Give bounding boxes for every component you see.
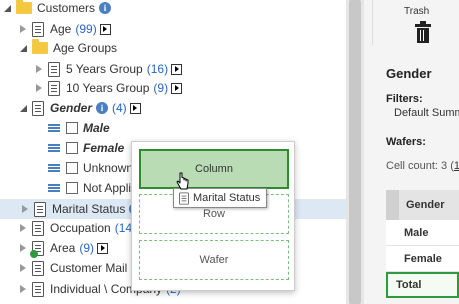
info-icon[interactable]: i xyxy=(96,102,109,114)
folder-icon xyxy=(32,39,48,54)
checkbox[interactable] xyxy=(66,122,78,134)
tree-node-label: Area xyxy=(50,241,76,255)
drag-handle-icon[interactable] xyxy=(48,143,60,153)
tree-node-5-years-group[interactable]: 5 Years Group (16) xyxy=(34,59,183,79)
trash-icon[interactable] xyxy=(415,21,431,44)
variable-icon xyxy=(32,21,44,37)
folder-icon xyxy=(16,0,32,14)
result-grid: Gender Male Female Total xyxy=(386,190,459,298)
checkbox[interactable] xyxy=(66,182,78,194)
tree-node-label: Age xyxy=(50,22,72,36)
collapse-triangle-icon[interactable] xyxy=(18,105,28,112)
grid-row-total[interactable]: Total xyxy=(386,272,459,298)
drag-preview-label: Marital Status xyxy=(193,192,261,204)
tree-node-label: 10 Years Group xyxy=(66,81,150,95)
divider xyxy=(372,0,373,45)
drag-handle-icon[interactable] xyxy=(48,123,60,133)
expand-triangle-icon[interactable] xyxy=(20,205,30,213)
expand-arrow-icon[interactable] xyxy=(97,242,109,254)
tree-node-area[interactable]: Area (9) xyxy=(18,238,109,258)
geo-variable-icon xyxy=(30,240,44,258)
expand-triangle-icon[interactable] xyxy=(34,65,44,73)
category-item-unknown[interactable]: Unknown xyxy=(48,158,133,178)
trash-label: Trash xyxy=(404,6,430,17)
variable-icon xyxy=(32,220,44,236)
variable-icon xyxy=(32,100,44,116)
variable-icon xyxy=(179,192,189,204)
filters-value[interactable]: Default Summ xyxy=(394,107,459,119)
expand-triangle-icon[interactable] xyxy=(18,285,28,293)
tree-node-label: Customer Mail In xyxy=(50,261,141,275)
category-label: Female xyxy=(83,141,125,155)
category-label: Male xyxy=(83,121,110,135)
tree-node-customers[interactable]: Customers i xyxy=(0,0,112,18)
tree-node-label: 5 Years Group xyxy=(66,62,143,76)
category-item-female[interactable]: Female xyxy=(48,138,124,158)
tree-node-occupation[interactable]: Occupation (14) xyxy=(18,218,136,238)
variable-icon xyxy=(48,61,60,77)
drop-zone-wafer[interactable]: Wafer xyxy=(139,240,289,280)
expand-arrow-icon[interactable] xyxy=(129,102,141,114)
variable-icon xyxy=(32,281,44,297)
drag-handle-icon[interactable] xyxy=(48,183,60,193)
expand-triangle-icon[interactable] xyxy=(18,224,28,232)
wafers-label: Wafers: xyxy=(386,136,426,148)
scrollbar-thumb[interactable] xyxy=(349,0,361,304)
expand-arrow-icon[interactable] xyxy=(171,82,183,94)
expand-triangle-icon[interactable] xyxy=(18,25,28,33)
properties-panel: Trash Gender Filters: Default Summ Wafer… xyxy=(364,0,459,304)
grid-row[interactable]: Male xyxy=(386,220,459,246)
collapse-triangle-icon[interactable] xyxy=(18,45,28,52)
tree-node-label: Age Groups xyxy=(53,41,118,55)
filters-label: Filters: xyxy=(386,93,423,105)
tree-node-gender[interactable]: Gender i (4) xyxy=(18,98,141,118)
tree-node-count: (16) xyxy=(146,62,169,76)
category-item-not-applicable[interactable]: Not Applic xyxy=(48,178,137,198)
tree-node-label: Customers xyxy=(37,1,96,15)
expand-triangle-icon[interactable] xyxy=(18,244,28,252)
tree-node-age-groups[interactable]: Age Groups xyxy=(18,38,117,58)
cell-count: Cell count: 3 (1 xyxy=(386,160,459,172)
category-item-male[interactable]: Male xyxy=(48,118,110,138)
info-icon[interactable]: i xyxy=(99,2,112,14)
tree-node-count: (4) xyxy=(112,101,127,115)
tree-node-label: Occupation xyxy=(50,221,111,235)
collapse-triangle-icon[interactable] xyxy=(2,5,12,12)
tree-node-customer-mail[interactable]: Customer Mail In xyxy=(18,258,141,278)
expand-triangle-icon[interactable] xyxy=(34,84,44,92)
grid-header-gender[interactable]: Gender xyxy=(386,190,459,220)
cell-count-link[interactable]: 1 xyxy=(454,160,459,172)
tree-node-count: (9) xyxy=(153,81,169,95)
tree-node-label: Gender xyxy=(50,101,93,115)
drop-zone-column[interactable]: Column xyxy=(139,149,289,189)
cell-count-label: Cell count: 3 ( xyxy=(386,160,454,172)
expand-arrow-icon[interactable] xyxy=(99,23,111,35)
tree-node-count: (99) xyxy=(75,22,97,36)
tree-node-label: Marital Status xyxy=(52,202,126,216)
tree-node-count: (9) xyxy=(79,241,95,255)
grid-row[interactable]: Female xyxy=(386,246,459,272)
checkbox[interactable] xyxy=(66,142,78,154)
tree-node-10-years-group[interactable]: 10 Years Group (9) xyxy=(34,78,183,98)
variable-icon xyxy=(34,201,46,217)
variable-icon xyxy=(32,260,44,276)
category-label: Not Applic xyxy=(83,181,138,195)
drop-target-popup: Column Row Wafer xyxy=(131,141,295,291)
tree-node-age[interactable]: Age (99) xyxy=(18,19,111,39)
expand-triangle-icon[interactable] xyxy=(18,264,28,272)
checkbox[interactable] xyxy=(66,162,78,174)
drag-handle-icon[interactable] xyxy=(48,163,60,173)
hand-cursor-icon xyxy=(176,172,189,190)
variable-icon xyxy=(48,80,60,96)
expand-arrow-icon[interactable] xyxy=(171,63,183,75)
panel-title: Gender xyxy=(386,66,432,81)
category-label: Unknown xyxy=(83,161,134,175)
